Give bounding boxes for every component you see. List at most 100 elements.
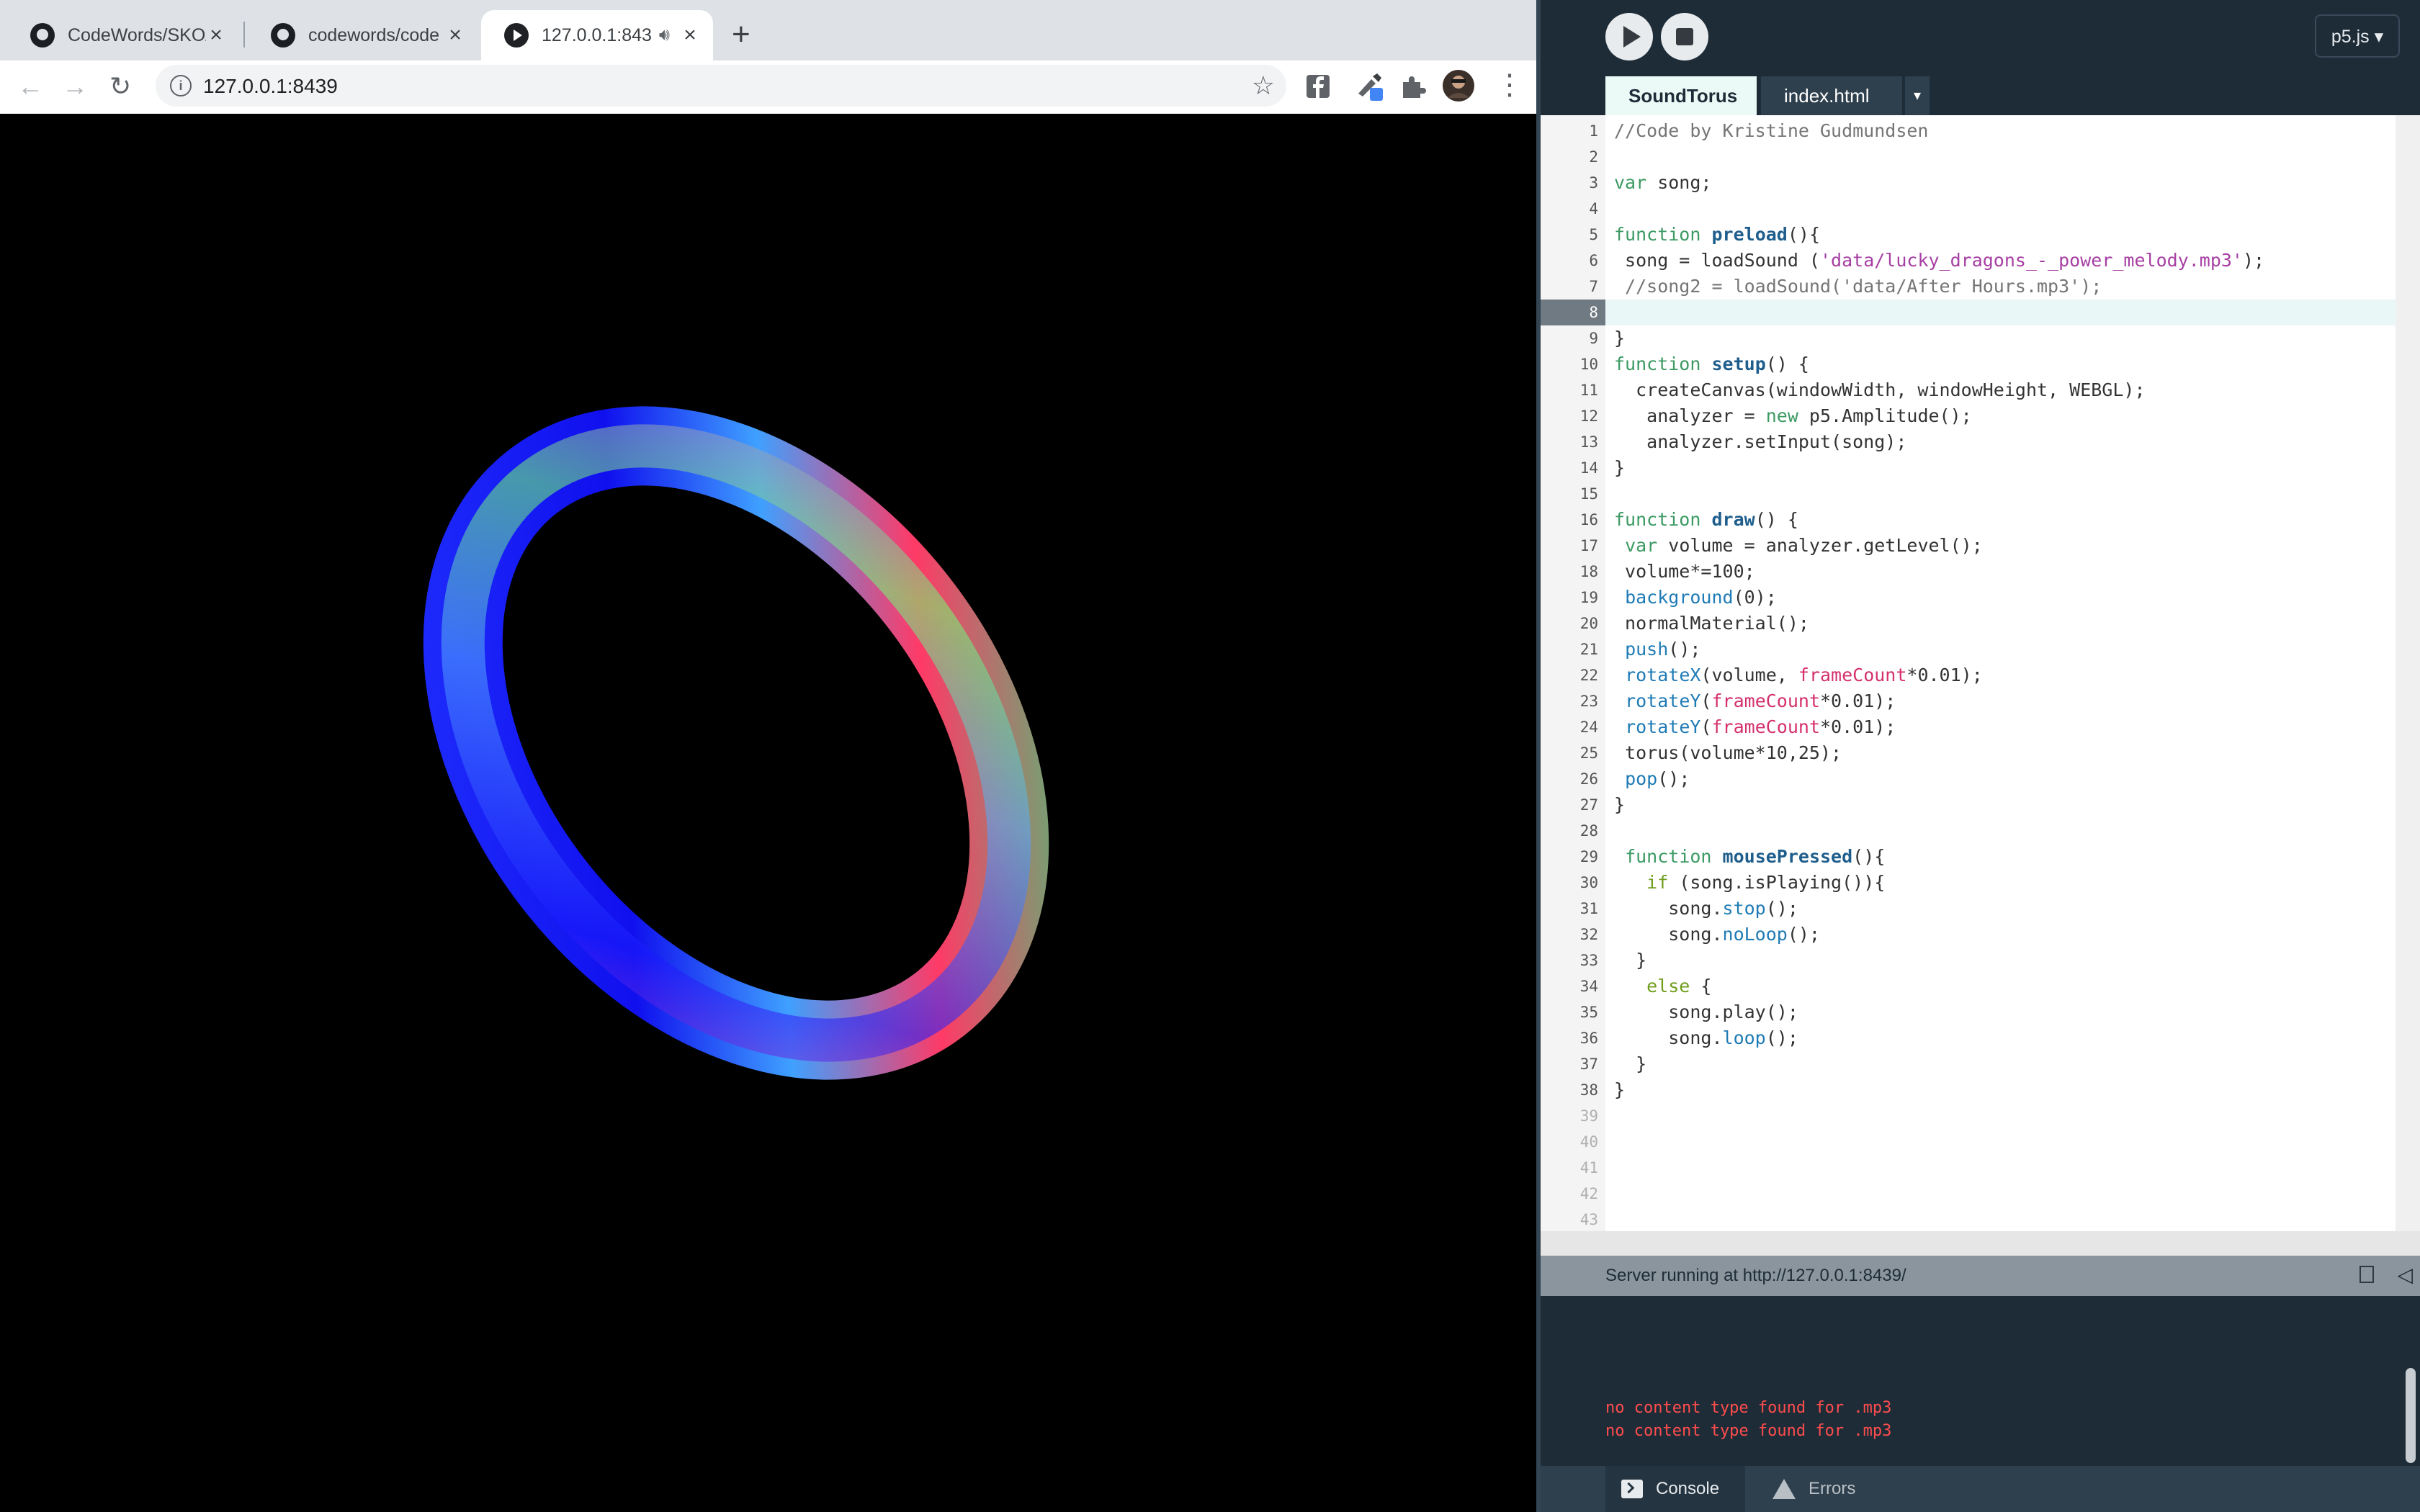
line-number: 5 — [1589, 226, 1598, 243]
reload-icon[interactable]: ↻ — [109, 69, 131, 104]
server-status-text: Server running at http://127.0.0.1:8439/ — [1605, 1266, 1906, 1285]
mode-dropdown[interactable]: p5.js ▾ — [2315, 14, 2400, 58]
close-icon[interactable]: × — [680, 23, 700, 48]
code-line[interactable]: 41 — [1541, 1155, 2396, 1181]
code-line[interactable]: 20 normalMaterial(); — [1541, 611, 2396, 636]
speaker-icon[interactable]: 🔊︎ — [659, 25, 670, 45]
line-number: 1 — [1589, 122, 1598, 140]
forward-arrow-icon[interactable]: → — [62, 69, 88, 104]
code-line[interactable]: 39 — [1541, 1103, 2396, 1129]
code-line[interactable]: 12 analyzer = new p5.Amplitude(); — [1541, 403, 2396, 429]
stop-button[interactable] — [1661, 13, 1708, 60]
code-scrollbar[interactable] — [2396, 115, 2420, 1231]
info-icon[interactable]: i — [170, 75, 192, 96]
p5-canvas[interactable] — [0, 114, 1536, 1512]
code-line[interactable]: 4 — [1541, 196, 2396, 222]
eyedropper-extension-icon[interactable] — [1354, 71, 1386, 102]
code-line[interactable]: 42 — [1541, 1181, 2396, 1207]
code-line[interactable]: 6 song = loadSound ('data/lucky_dragons_… — [1541, 248, 2396, 274]
code-line[interactable]: 30 if (song.isPlaying()){ — [1541, 870, 2396, 896]
tab-soundtorus[interactable]: SoundTorus — [1605, 76, 1757, 115]
code-line[interactable]: 15 — [1541, 481, 2396, 507]
code-line[interactable]: 37 } — [1541, 1051, 2396, 1077]
code-line[interactable]: 5 function preload(){ — [1541, 222, 2396, 248]
code-line[interactable]: 21 push(); — [1541, 636, 2396, 662]
code-text: rotateY(frameCount*0.01); — [1625, 690, 1896, 711]
console-panel[interactable]: no content type found for .mp3 no conten… — [1541, 1296, 2420, 1466]
console-scrollbar[interactable] — [2406, 1368, 2416, 1463]
collapse-panel-icon[interactable]: ◁ — [2397, 1263, 2413, 1287]
code-line[interactable]: 19 background(0); — [1541, 585, 2396, 611]
close-icon[interactable]: × — [206, 23, 226, 48]
puzzle-extensions-icon[interactable] — [1400, 73, 1426, 99]
line-number: 15 — [1579, 485, 1598, 503]
code-line[interactable]: 7 //song2 = loadSound('data/After Hours.… — [1541, 274, 2396, 300]
star-icon[interactable]: ☆ — [1252, 71, 1275, 101]
warning-icon — [1773, 1479, 1796, 1499]
profile-avatar-icon[interactable] — [1442, 69, 1475, 102]
code-line[interactable]: 8 — [1541, 300, 2396, 325]
code-line[interactable]: 23 rotateY(frameCount*0.01); — [1541, 688, 2396, 714]
line-number: 18 — [1579, 563, 1598, 580]
code-line[interactable]: 43 — [1541, 1207, 2396, 1233]
line-number: 19 — [1579, 589, 1598, 606]
code-line[interactable]: 28 — [1541, 818, 2396, 844]
code-text: pop(); — [1625, 768, 1690, 789]
back-arrow-icon[interactable]: ← — [17, 69, 43, 104]
code-text: } — [1614, 794, 1626, 815]
code-line[interactable]: 32 song.noLoop(); — [1541, 922, 2396, 948]
code-line[interactable]: 26 pop(); — [1541, 766, 2396, 792]
tab-title: codewords/code — [308, 24, 440, 45]
play-icon — [504, 23, 529, 48]
code-line[interactable]: 27} — [1541, 792, 2396, 818]
code-line[interactable]: 1 //Code by Kristine Gudmundsen — [1541, 118, 2396, 144]
code-line[interactable]: 3 var song; — [1541, 170, 2396, 196]
copy-icon[interactable] — [2360, 1266, 2374, 1283]
code-line[interactable]: 9} — [1541, 325, 2396, 351]
code-line[interactable]: 29 function mousePressed(){ — [1541, 844, 2396, 870]
code-line[interactable]: 13 analyzer.setInput(song); — [1541, 429, 2396, 455]
p5-editor-window: p5.js ▾ SoundTorus index.html ▾ 1 //Code … — [1541, 0, 2420, 1512]
code-line[interactable]: 34 else { — [1541, 973, 2396, 999]
tab-codewords-sko[interactable]: CodeWords/SKO/ × — [7, 10, 239, 60]
url-text[interactable]: 127.0.0.1:8439 — [203, 75, 338, 98]
code-line[interactable]: 2 — [1541, 144, 2396, 170]
code-line[interactable]: 38} — [1541, 1077, 2396, 1103]
browser-toolbar: ← → ↻ i 127.0.0.1:8439 ☆ ⋮ — [0, 60, 1536, 115]
code-text: } — [1614, 950, 1647, 971]
line-number: 35 — [1579, 1004, 1598, 1021]
code-line[interactable]: 36 song.loop(); — [1541, 1025, 2396, 1051]
line-number: 43 — [1579, 1211, 1598, 1228]
code-line[interactable]: 25 torus(volume*10,25); — [1541, 740, 2396, 766]
facebook-extension-icon[interactable] — [1305, 73, 1331, 99]
code-line[interactable]: 18 volume*=100; — [1541, 559, 2396, 585]
new-tab-button[interactable]: + — [732, 16, 750, 53]
horizontal-scrollbar[interactable] — [1541, 1231, 2420, 1256]
code-line[interactable]: 31 song.stop(); — [1541, 896, 2396, 922]
line-number: 21 — [1579, 641, 1598, 658]
tab-localhost[interactable]: 127.0.0.1:843 🔊︎ × — [481, 10, 713, 60]
code-line[interactable]: 24 rotateY(frameCount*0.01); — [1541, 714, 2396, 740]
tab-codewords-code[interactable]: codewords/code × — [248, 10, 478, 60]
code-line[interactable]: 22 rotateX(volume, frameCount*0.01); — [1541, 662, 2396, 688]
code-line[interactable]: 40 — [1541, 1129, 2396, 1155]
code-line[interactable]: 33 } — [1541, 948, 2396, 973]
code-line[interactable]: 11 createCanvas(windowWidth, windowHeigh… — [1541, 377, 2396, 403]
more-menu-icon[interactable]: ⋮ — [1495, 68, 1524, 102]
code-line[interactable]: 16 function draw() { — [1541, 507, 2396, 533]
code-line[interactable]: 14} — [1541, 455, 2396, 481]
tab-console[interactable]: Console — [1605, 1466, 1745, 1512]
play-button[interactable] — [1605, 13, 1653, 60]
code-line[interactable]: 17 var volume = analyzer.getLevel(); — [1541, 533, 2396, 559]
tab-menu-dropdown[interactable]: ▾ — [1905, 76, 1930, 115]
address-bar[interactable]: i 127.0.0.1:8439 ☆ — [156, 65, 1286, 107]
line-number: 16 — [1579, 511, 1598, 528]
code-text: } — [1614, 1053, 1647, 1074]
code-line[interactable]: 35 song.play(); — [1541, 999, 2396, 1025]
code-editor[interactable]: 1//Code by Kristine Gudmundsen 2 3 var song… — [1541, 115, 2396, 1231]
tab-errors[interactable]: Errors — [1757, 1466, 1872, 1512]
close-icon[interactable]: × — [445, 23, 465, 48]
tab-index-html[interactable]: index.html — [1761, 76, 1902, 115]
code-text: createCanvas(windowWidth, windowHeight, … — [1614, 379, 2146, 400]
code-line[interactable]: 10 function setup() { — [1541, 351, 2396, 377]
